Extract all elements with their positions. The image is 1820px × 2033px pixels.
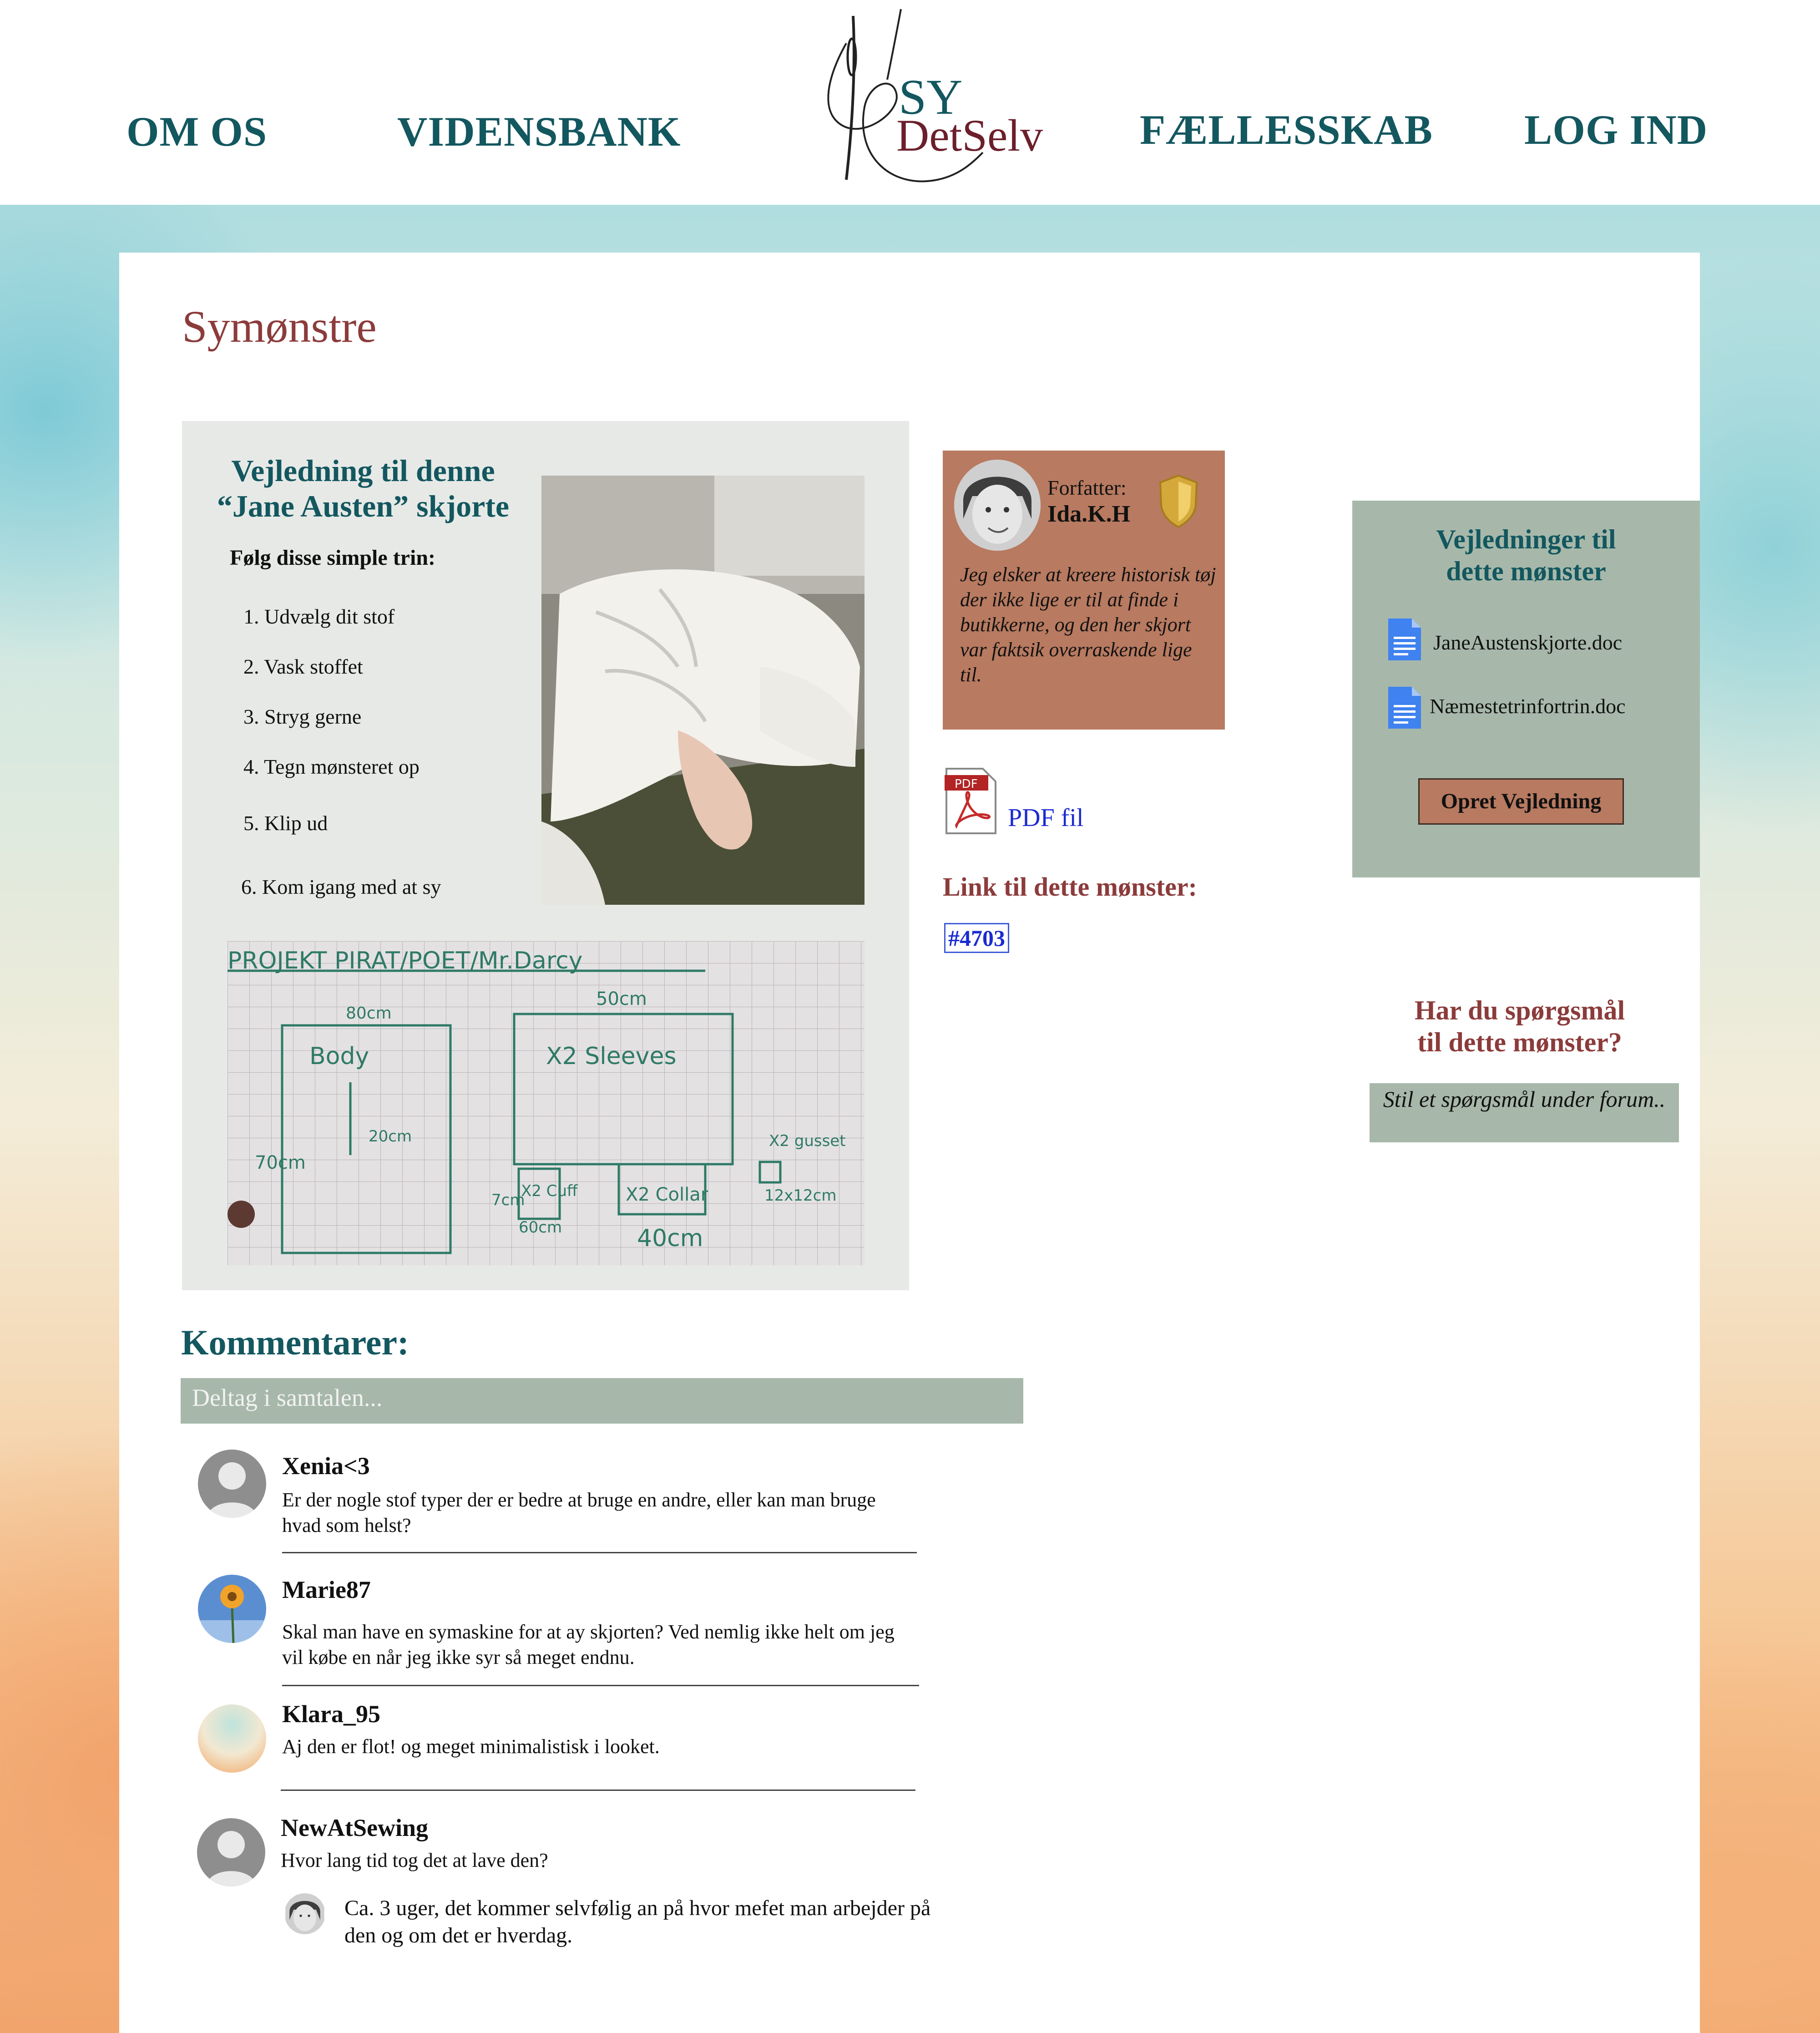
comment-text: Aj den er flot! og meget minimalistisk i… bbox=[282, 1735, 660, 1758]
step-text: Stryg gerne bbox=[264, 705, 362, 728]
step-item: 4. Tegn mønsteret op bbox=[243, 755, 420, 779]
guide-heading: Vejledning til denne “Jane Austen” skjor… bbox=[190, 453, 536, 524]
step-number: 4. bbox=[243, 755, 259, 778]
comment-text: Hvor lang tid tog det at lave den? bbox=[281, 1849, 548, 1871]
guides-heading-line2: dette mønster bbox=[1446, 556, 1606, 586]
comment-text: Skal man have en symaskine for at ay skj… bbox=[282, 1621, 895, 1668]
sketch-label-gusset-size: 12x12cm bbox=[764, 1186, 836, 1205]
author-bio: Jeg elsker at kreere historisk tøj der i… bbox=[960, 563, 1216, 686]
sketch-label-body: Body bbox=[309, 1043, 369, 1070]
step-number: 5. bbox=[243, 811, 259, 835]
author-portrait bbox=[285, 1893, 324, 1934]
step-text: Kom igang med at sy bbox=[262, 875, 441, 898]
nav-om-os[interactable]: OM OS bbox=[126, 107, 267, 156]
step-item: 3. Stryg gerne bbox=[243, 705, 361, 729]
sketch-label-cuff: X2 Cuff bbox=[521, 1182, 578, 1200]
badge-icon bbox=[1156, 473, 1201, 528]
author-name[interactable]: Ida.K.H bbox=[1047, 501, 1130, 527]
step-text: Klip ud bbox=[264, 811, 328, 835]
author-avatar[interactable] bbox=[954, 460, 1041, 551]
pattern-sketch-illustration: PROJEKT PIRAT/POET/Mr.Darcy Body X2 Slee… bbox=[228, 941, 864, 1265]
document-link[interactable]: Næmestetrinfortrin.doc bbox=[1430, 694, 1626, 718]
default-avatar-icon[interactable] bbox=[198, 1450, 266, 1518]
sketch-label-sleeves: X2 Sleeves bbox=[546, 1043, 677, 1070]
sketch-label-40cm: 40cm bbox=[637, 1225, 703, 1252]
author-reply-avatar[interactable] bbox=[284, 1893, 325, 1934]
nav-faellesskab[interactable]: FÆLLESSKAB bbox=[1140, 106, 1433, 154]
pdf-badge: PDF bbox=[955, 777, 978, 791]
step-number: 2. bbox=[243, 655, 259, 678]
pattern-link-label: Link til dette mønster: bbox=[943, 872, 1197, 902]
questions-heading: Har du spørgsmål til dette mønster? bbox=[1365, 994, 1674, 1058]
document-link[interactable]: JaneAustenskjorte.doc bbox=[1433, 630, 1622, 654]
pattern-link[interactable]: #4703 bbox=[944, 923, 1009, 953]
pdf-file-link[interactable]: PDF fil bbox=[1008, 803, 1084, 832]
comment-divider bbox=[281, 1790, 915, 1791]
step-item: 1. Udvælg dit stof bbox=[243, 604, 394, 629]
flower-avatar-icon bbox=[198, 1575, 266, 1643]
sketch-title: PROJEKT PIRAT/POET/Mr.Darcy bbox=[228, 947, 582, 974]
comment-username[interactable]: Klara_95 bbox=[282, 1700, 380, 1728]
comments-heading: Kommentarer: bbox=[181, 1323, 410, 1362]
guides-heading-line1: Vejledninger til bbox=[1436, 524, 1616, 554]
page-title: Symønstre bbox=[182, 301, 377, 352]
comment-input[interactable]: Deltag i samtalen... bbox=[181, 1378, 1023, 1424]
step-number: 1. bbox=[243, 605, 259, 628]
step-text: Vask stoffet bbox=[264, 655, 363, 678]
step-number: 6. bbox=[241, 875, 257, 898]
logo-text-detselv: DetSelv bbox=[896, 110, 1043, 161]
document-icon[interactable] bbox=[1386, 617, 1423, 662]
comment-username[interactable]: Xenia<3 bbox=[282, 1452, 370, 1480]
guide-heading-line2: “Jane Austen” skjorte bbox=[217, 489, 510, 523]
comment-divider bbox=[282, 1685, 919, 1686]
sketch-label-50cm: 50cm bbox=[596, 989, 647, 1009]
author-portrait bbox=[954, 460, 1041, 551]
comment-username[interactable]: NewAtSewing bbox=[281, 1814, 428, 1842]
user-avatar[interactable] bbox=[198, 1704, 266, 1773]
sketch-label-20cm: 20cm bbox=[369, 1127, 412, 1146]
steps-intro: Følg disse simple trin: bbox=[230, 546, 435, 570]
questions-heading-line2: til dette mønster? bbox=[1417, 1027, 1622, 1057]
shirt-photo bbox=[541, 476, 864, 905]
step-item: 2. Vask stoffet bbox=[243, 654, 363, 679]
sketch-label-80cm: 80cm bbox=[346, 1004, 392, 1023]
sketch-label-collar: X2 Collar bbox=[626, 1184, 708, 1205]
sketch-label-gusset: X2 gusset bbox=[769, 1132, 846, 1150]
sketch-label-70cm: 70cm bbox=[255, 1152, 306, 1173]
pattern-sketch-photo: PROJEKT PIRAT/POET/Mr.Darcy Body X2 Slee… bbox=[228, 941, 864, 1265]
sketch-label-7cm: 7cm bbox=[491, 1191, 525, 1209]
comment-username[interactable]: Marie87 bbox=[282, 1576, 371, 1604]
guides-heading: Vejledninger til dette mønster bbox=[1352, 523, 1700, 587]
questions-heading-line1: Har du spørgsmål bbox=[1414, 995, 1625, 1025]
nav-log-ind[interactable]: LOG IND bbox=[1524, 106, 1708, 154]
step-text: Udvælg dit stof bbox=[264, 605, 395, 628]
pdf-icon[interactable]: PDF bbox=[943, 767, 997, 835]
comment-divider bbox=[282, 1552, 917, 1553]
document-icon[interactable] bbox=[1386, 685, 1423, 730]
user-avatar[interactable] bbox=[198, 1575, 266, 1643]
nav-vidensbank[interactable]: VIDENSBANK bbox=[397, 107, 681, 156]
guide-heading-line1: Vejledning til denne bbox=[231, 453, 495, 488]
comment-text: Er der nogle stof typer der er bedre at … bbox=[282, 1489, 876, 1536]
sketch-label-60cm: 60cm bbox=[519, 1218, 562, 1237]
default-avatar-icon[interactable] bbox=[197, 1818, 265, 1886]
shirt-illustration bbox=[541, 476, 864, 905]
step-text: Tegn mønsteret op bbox=[264, 755, 420, 778]
step-item: 6. Kom igang med at sy bbox=[241, 875, 441, 899]
author-label: Forfatter: bbox=[1047, 476, 1127, 499]
step-item: 5. Klip ud bbox=[243, 811, 328, 835]
reply-text: Ca. 3 uger, det kommer selvfølig an på h… bbox=[344, 1896, 931, 1947]
ask-forum-link[interactable]: Stil et spørgsmål under forum.. bbox=[1370, 1083, 1679, 1142]
create-guide-button[interactable]: Opret Vejledning bbox=[1418, 778, 1624, 825]
step-number: 3. bbox=[243, 705, 259, 728]
